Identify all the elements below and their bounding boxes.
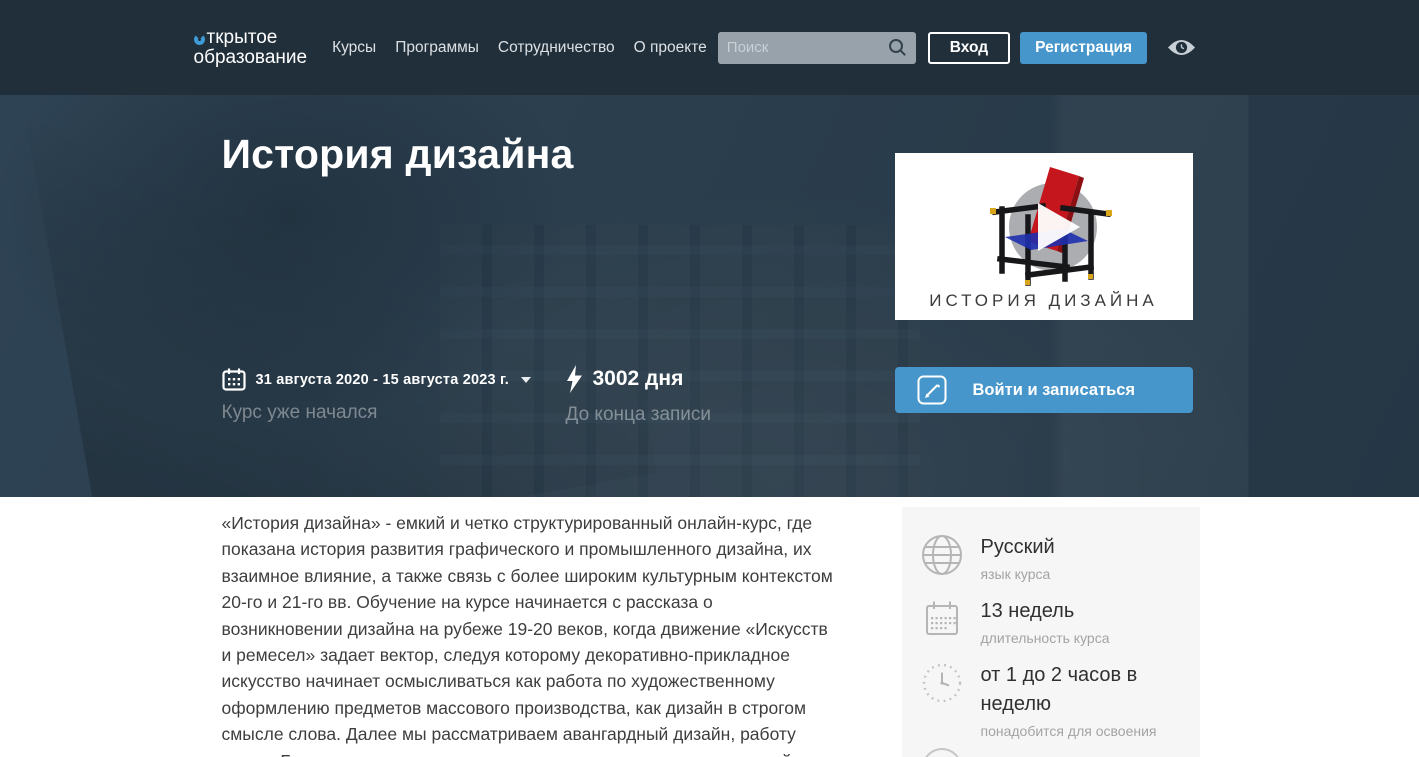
clock-icon <box>922 663 961 703</box>
fact-value: Русский <box>980 536 1055 558</box>
lightning-icon <box>566 365 582 393</box>
dates-dropdown[interactable]: 31 августа 2020 - 15 августа 2023 г. <box>221 368 532 391</box>
logo-line1: ткрытое <box>206 26 278 48</box>
content-area: «История дизайна» - емкий и четко структ… <box>220 497 1200 757</box>
paragraph-line: школы Баухауз, возникновение и развитие … <box>222 748 860 757</box>
pencil-square-icon <box>917 375 946 405</box>
chair-illustration <box>989 167 1112 286</box>
fact-label: понадобится для освоения <box>980 723 1157 739</box>
nav-link-cooperation[interactable]: Сотрудничество <box>498 39 615 57</box>
dates-range: 31 августа 2020 - 15 августа 2023 г. <box>255 371 510 388</box>
enroll-label: Войти и записаться <box>972 380 1136 399</box>
countdown-block: 3002 дня До конца записи <box>565 365 712 426</box>
globe-icon <box>921 535 962 575</box>
paragraph-line: искусство начинает осмысливаться как раб… <box>221 671 775 692</box>
paragraph-line: 20-го и 21-го вв. Обучение на курсе начи… <box>221 592 713 613</box>
paragraph-line: взаимное влияние, а также связь с более … <box>221 565 833 586</box>
accessibility-eye-icon[interactable] <box>1166 37 1197 58</box>
hero-inner: История дизайна 31 августа 2020 - 15 авг… <box>220 95 1200 497</box>
course-thumbnail[interactable]: ИСТОРИЯ ДИЗАЙНА <box>894 153 1193 320</box>
register-button[interactable]: Регистрация <box>1020 31 1148 64</box>
paragraph-line: показана история развития графического и… <box>221 539 812 560</box>
fact-label: длительность курса <box>980 630 1110 646</box>
nav-link-programs[interactable]: Программы <box>395 39 479 57</box>
login-button[interactable]: Вход <box>927 31 1011 64</box>
dates-note: Курс уже начался <box>221 402 378 423</box>
paragraph-line: возникновении дизайна на рубеже 19-20 ве… <box>221 618 828 639</box>
fact-value: от 1 до 2 часов в неделю <box>980 664 1138 715</box>
search-box[interactable] <box>717 31 916 64</box>
paragraph-line: и ремесел» задает вектор, следуя котором… <box>221 645 791 666</box>
enroll-button[interactable]: Войти и записаться <box>894 367 1193 413</box>
logo-icon <box>193 33 205 45</box>
course-dates-block: 31 августа 2020 - 15 августа 2023 г. Кур… <box>222 368 532 424</box>
navbar-inner: ткрытое образование Курсы Программы Сотр… <box>193 26 1226 68</box>
countdown-note: До конца записи <box>565 404 712 425</box>
navbar: ткрытое образование Курсы Программы Сотр… <box>0 0 1419 95</box>
nav-link-about[interactable]: О проекте <box>634 39 707 57</box>
paragraph-line: смысле слова. Далее мы рассматриваем ава… <box>221 724 796 745</box>
countdown-value: 3002 дня <box>592 367 684 390</box>
about-paragraph: «История дизайна» - емкий и четко структ… <box>222 507 860 757</box>
paragraph-line: «История дизайна» - емкий и четко структ… <box>221 513 813 533</box>
search-input[interactable] <box>726 39 888 56</box>
hero-banner: История дизайна 31 августа 2020 - 15 авг… <box>0 95 1419 497</box>
course-facts-card: Русский язык курса 13 недель длительност… <box>901 507 1200 757</box>
search-icon[interactable] <box>888 38 907 57</box>
fact-language: Русский язык курса <box>920 533 1186 583</box>
site-logo[interactable]: ткрытое образование <box>193 26 308 68</box>
paragraph-line: оформлению предметов массового производс… <box>221 697 807 718</box>
fact-value: 13 недель <box>980 600 1075 622</box>
partial-fact-icon <box>924 748 959 757</box>
page-title: История дизайна <box>221 131 574 177</box>
course-thumbnail-caption: ИСТОРИЯ ДИЗАЙНА <box>929 291 1158 310</box>
main-menu: Курсы Программы Сотрудничество О проекте <box>332 39 707 57</box>
calendar-icon <box>925 601 958 635</box>
fact-partial <box>920 746 1186 757</box>
calendar-icon <box>221 368 246 391</box>
fact-workload: от 1 до 2 часов в неделю понадобится для… <box>920 661 1186 740</box>
nav-link-courses[interactable]: Курсы <box>332 39 376 57</box>
chevron-down-icon <box>521 376 532 383</box>
fact-label: язык курса <box>980 566 1051 582</box>
logo-line2: образование <box>193 46 308 68</box>
fact-duration: 13 недель длительность курса <box>920 597 1186 647</box>
